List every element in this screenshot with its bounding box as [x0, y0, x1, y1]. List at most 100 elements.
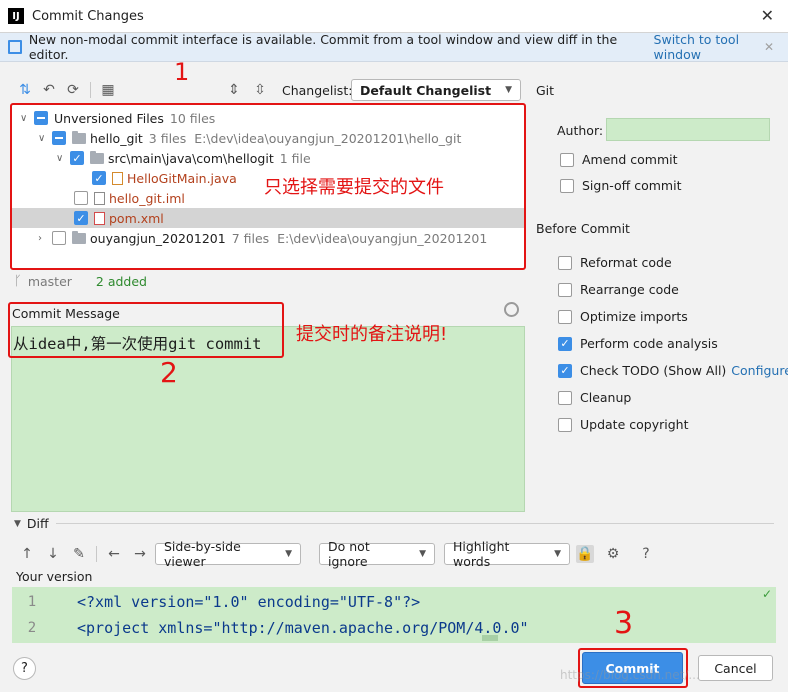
- src-label: src\main\java\com\hellogit: [108, 150, 274, 166]
- diff-toolbar: ↑ ↓ ✎ ← →: [18, 543, 149, 565]
- option-checkbox[interactable]: [558, 417, 572, 432]
- history-icon[interactable]: [504, 302, 519, 317]
- watermark: https://blog.csdn.net/...: [560, 668, 700, 682]
- pom-label: pom.xml: [109, 210, 164, 226]
- scrollbar[interactable]: [482, 635, 498, 641]
- before-commit-option[interactable]: Optimize imports: [558, 309, 688, 324]
- banner-close-icon[interactable]: ✕: [764, 40, 774, 54]
- previous-difference-icon[interactable]: ↑: [18, 545, 36, 563]
- option-checkbox[interactable]: [558, 309, 572, 324]
- annotation-2: 2: [160, 356, 178, 389]
- line-text: <?xml version="1.0" encoding="UTF-8"?>: [77, 593, 421, 611]
- commit-message-value[interactable]: 从idea中,第一次使用git commit: [13, 332, 261, 354]
- diff-title: Diff: [26, 516, 49, 531]
- info-banner: New non-modal commit interface is availa…: [0, 32, 788, 62]
- next-difference-icon[interactable]: ↓: [44, 545, 62, 563]
- tree-row-other[interactable]: › ouyangjun_20201201 7 files E:\dev\idea…: [12, 228, 524, 248]
- expand-all-icon[interactable]: ⇕: [225, 81, 243, 99]
- changes-toolbar: ⇅ ↶ ⟳ ▦: [16, 79, 117, 101]
- before-commit-option[interactable]: Cleanup: [558, 390, 631, 405]
- signoff-checkbox[interactable]: [560, 178, 574, 193]
- other-checkbox[interactable]: [52, 231, 66, 245]
- refresh-changes-icon[interactable]: ⇅: [16, 81, 34, 99]
- title-bar: IJ Commit Changes ✕: [0, 0, 788, 32]
- chevron-right-icon[interactable]: ›: [38, 233, 52, 244]
- lock-icon[interactable]: 🔒: [576, 545, 594, 563]
- group-by-icon[interactable]: ▦: [99, 81, 117, 99]
- option-checkbox[interactable]: [558, 390, 572, 405]
- commit-message-box: Commit Message 从idea中,第一次使用git commit: [8, 302, 284, 358]
- close-icon[interactable]: ✕: [761, 6, 774, 25]
- chevron-down-icon[interactable]: ▼: [14, 519, 21, 529]
- src-checkbox[interactable]: ✓: [70, 151, 84, 165]
- option-checkbox[interactable]: ✓: [558, 363, 572, 378]
- hello-git-meta: 3 files E:\dev\idea\ouyangjun_20201201\h…: [148, 130, 462, 146]
- cancel-button[interactable]: Cancel: [698, 655, 773, 681]
- main-java-label: HelloGitMain.java: [127, 170, 237, 186]
- collapse-all-icon[interactable]: ⇳: [251, 81, 269, 99]
- checkmark-icon: ✓: [761, 587, 772, 601]
- tree-row-src[interactable]: ∨ ✓ src\main\java\com\hellogit 1 file: [12, 148, 524, 168]
- branch-icon: ᚴ: [14, 273, 22, 289]
- tree-row-hello-git[interactable]: ∨ hello_git 3 files E:\dev\idea\ouyangju…: [12, 128, 524, 148]
- message-annotation: 提交时的备注说明!: [296, 324, 448, 345]
- viewer-dropdown[interactable]: Side-by-side viewer ▼: [155, 539, 301, 569]
- diff-divider: [56, 523, 774, 524]
- refresh-icon[interactable]: ⟳: [64, 81, 82, 99]
- before-commit-option[interactable]: Update copyright: [558, 417, 688, 432]
- help-button[interactable]: ?: [13, 657, 36, 680]
- help-icon[interactable]: ?: [637, 545, 655, 563]
- rollback-icon[interactable]: ↶: [40, 81, 58, 99]
- before-commit-option[interactable]: Reformat code: [558, 255, 672, 270]
- option-checkbox[interactable]: [558, 255, 572, 270]
- changelist-dropdown[interactable]: Default Changelist ▼: [351, 79, 521, 101]
- window-title: Commit Changes: [32, 8, 144, 24]
- amend-checkbox[interactable]: [560, 152, 574, 167]
- tree-row-unversioned[interactable]: ∨ Unversioned Files 10 files: [12, 108, 524, 128]
- branch-status: ᚴ master 2 added: [14, 272, 147, 290]
- edit-source-icon[interactable]: ✎: [70, 545, 88, 563]
- viewer-value: Side-by-side viewer: [164, 539, 241, 569]
- hello-git-checkbox[interactable]: [52, 131, 66, 145]
- diff-editor[interactable]: 1 <?xml version="1.0" encoding="UTF-8"?>…: [12, 587, 776, 643]
- before-commit-option[interactable]: ✓ Check TODO (Show All) Configure: [558, 363, 788, 378]
- author-label: Author:: [557, 123, 604, 138]
- ignore-value: Do not ignore: [328, 539, 370, 569]
- option-checkbox[interactable]: [558, 282, 572, 297]
- main-java-checkbox[interactable]: ✓: [92, 171, 106, 185]
- iml-label: hello_git.iml: [109, 190, 185, 206]
- before-commit-option[interactable]: ✓ Perform code analysis: [558, 336, 718, 351]
- diff-header[interactable]: ▼ Diff: [14, 516, 49, 531]
- option-checkbox[interactable]: ✓: [558, 336, 572, 351]
- pom-checkbox[interactable]: ✓: [74, 211, 88, 225]
- chevron-down-icon: ▼: [554, 549, 561, 559]
- ignore-dropdown[interactable]: Do not ignore ▼: [319, 539, 435, 569]
- option-label: Update copyright: [580, 417, 689, 432]
- amend-commit-option[interactable]: Amend commit: [560, 152, 678, 167]
- author-input[interactable]: [606, 118, 770, 141]
- highlight-dropdown[interactable]: Highlight words ▼: [444, 539, 570, 569]
- iml-checkbox[interactable]: [74, 191, 88, 205]
- hello-git-label: hello_git: [90, 130, 143, 146]
- folder-icon: [90, 150, 104, 164]
- diff-line: 1 <?xml version="1.0" encoding="UTF-8"?>: [12, 591, 420, 613]
- chevron-down-icon[interactable]: ∨: [20, 113, 34, 124]
- forward-icon[interactable]: →: [131, 545, 149, 563]
- gift-icon: [8, 40, 22, 54]
- tree-row-pom[interactable]: ✓ pom.xml: [12, 208, 524, 228]
- unversioned-checkbox[interactable]: [34, 111, 48, 125]
- chevron-down-icon[interactable]: ∨: [38, 133, 52, 144]
- back-icon[interactable]: ←: [105, 545, 123, 563]
- chevron-down-icon: ▼: [419, 549, 426, 559]
- option-label: Reformat code: [580, 255, 672, 270]
- configure-link[interactable]: Configure: [731, 363, 788, 378]
- signoff-commit-option[interactable]: Sign-off commit: [560, 178, 682, 193]
- highlight-value: Highlight words: [453, 539, 510, 569]
- files-annotation: 只选择需要提交的文件: [264, 177, 444, 198]
- line-number: 2: [27, 620, 37, 636]
- chevron-down-icon[interactable]: ∨: [56, 153, 70, 164]
- gear-icon[interactable]: ⚙: [604, 545, 622, 563]
- before-commit-option[interactable]: Rearrange code: [558, 282, 679, 297]
- diff-line: 2 <project xmlns="http://maven.apache.or…: [12, 617, 529, 639]
- amend-label: Amend commit: [582, 152, 678, 167]
